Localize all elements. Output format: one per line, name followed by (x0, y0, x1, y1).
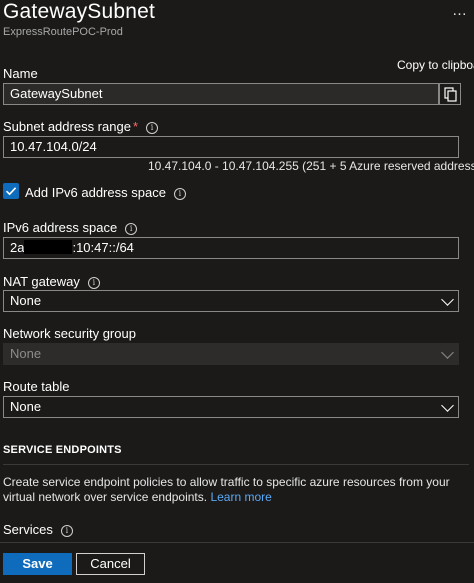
nsg-dropdown: None (3, 343, 459, 365)
ipv6-space-label-text: IPv6 address space (3, 220, 118, 235)
nat-gateway-label-text: NAT gateway (3, 274, 80, 289)
chevron-down-icon (441, 399, 454, 412)
nat-gateway-value: None (10, 293, 42, 308)
services-label: Services i (3, 522, 73, 537)
route-table-label: Route table (3, 379, 70, 394)
subnet-range-hint: 10.47.104.0 - 10.47.104.255 (251 + 5 Azu… (148, 159, 474, 173)
cancel-button[interactable]: Cancel (76, 553, 145, 575)
nsg-label: Network security group (3, 326, 136, 341)
ipv6-checkbox-label-text: Add IPv6 address space (25, 185, 166, 200)
copy-icon (444, 87, 457, 102)
ipv6-checkbox[interactable] (3, 183, 19, 199)
info-icon[interactable]: i (146, 122, 158, 134)
info-icon[interactable]: i (125, 223, 138, 235)
footer-divider (0, 542, 474, 543)
chevron-down-icon (441, 346, 454, 359)
info-icon[interactable]: i (60, 525, 73, 537)
name-label: Name (3, 66, 38, 81)
page-subtitle: ExpressRoutePOC-Prod (3, 26, 123, 38)
learn-more-link[interactable]: Learn more (210, 490, 271, 504)
nat-gateway-dropdown[interactable]: None (3, 290, 459, 312)
ipv6-value-prefix: 2a (10, 240, 25, 255)
route-table-dropdown[interactable]: None (3, 396, 459, 418)
copy-tooltip: Copy to clipboar (397, 58, 474, 72)
copy-button[interactable] (439, 83, 461, 105)
nsg-value: None (10, 346, 42, 361)
route-table-value: None (10, 399, 42, 414)
subnet-range-input[interactable]: 10.47.104.0/24 (3, 136, 459, 158)
service-endpoints-description: Create service endpoint policies to allo… (3, 475, 469, 505)
chevron-down-icon (441, 293, 454, 306)
services-label-text: Services (3, 522, 53, 537)
subnet-range-label-text: Subnet address range (3, 119, 131, 134)
service-endpoints-heading: SERVICE ENDPOINTS (3, 444, 122, 456)
name-field[interactable]: GatewaySubnet (3, 83, 439, 105)
info-icon[interactable]: i (87, 277, 100, 289)
section-divider (3, 464, 469, 465)
checkmark-icon (5, 187, 17, 196)
ipv6-checkbox-label: Add IPv6 address space i (25, 185, 186, 200)
subnet-range-label: Subnet address range * i (3, 119, 158, 134)
required-mark: * (132, 119, 138, 134)
redaction-mark (24, 240, 73, 254)
ipv6-space-label: IPv6 address space i (3, 220, 138, 235)
save-button[interactable]: Save (3, 553, 72, 575)
ipv6-value-suffix: :10:47::/64 (72, 240, 134, 255)
ipv6-space-input[interactable]: 2a :10:47::/64 (3, 237, 459, 259)
info-icon[interactable]: i (173, 188, 186, 200)
nat-gateway-label: NAT gateway i (3, 274, 100, 289)
ellipsis-icon[interactable]: … (452, 3, 467, 18)
page-title: GatewaySubnet (3, 0, 156, 23)
